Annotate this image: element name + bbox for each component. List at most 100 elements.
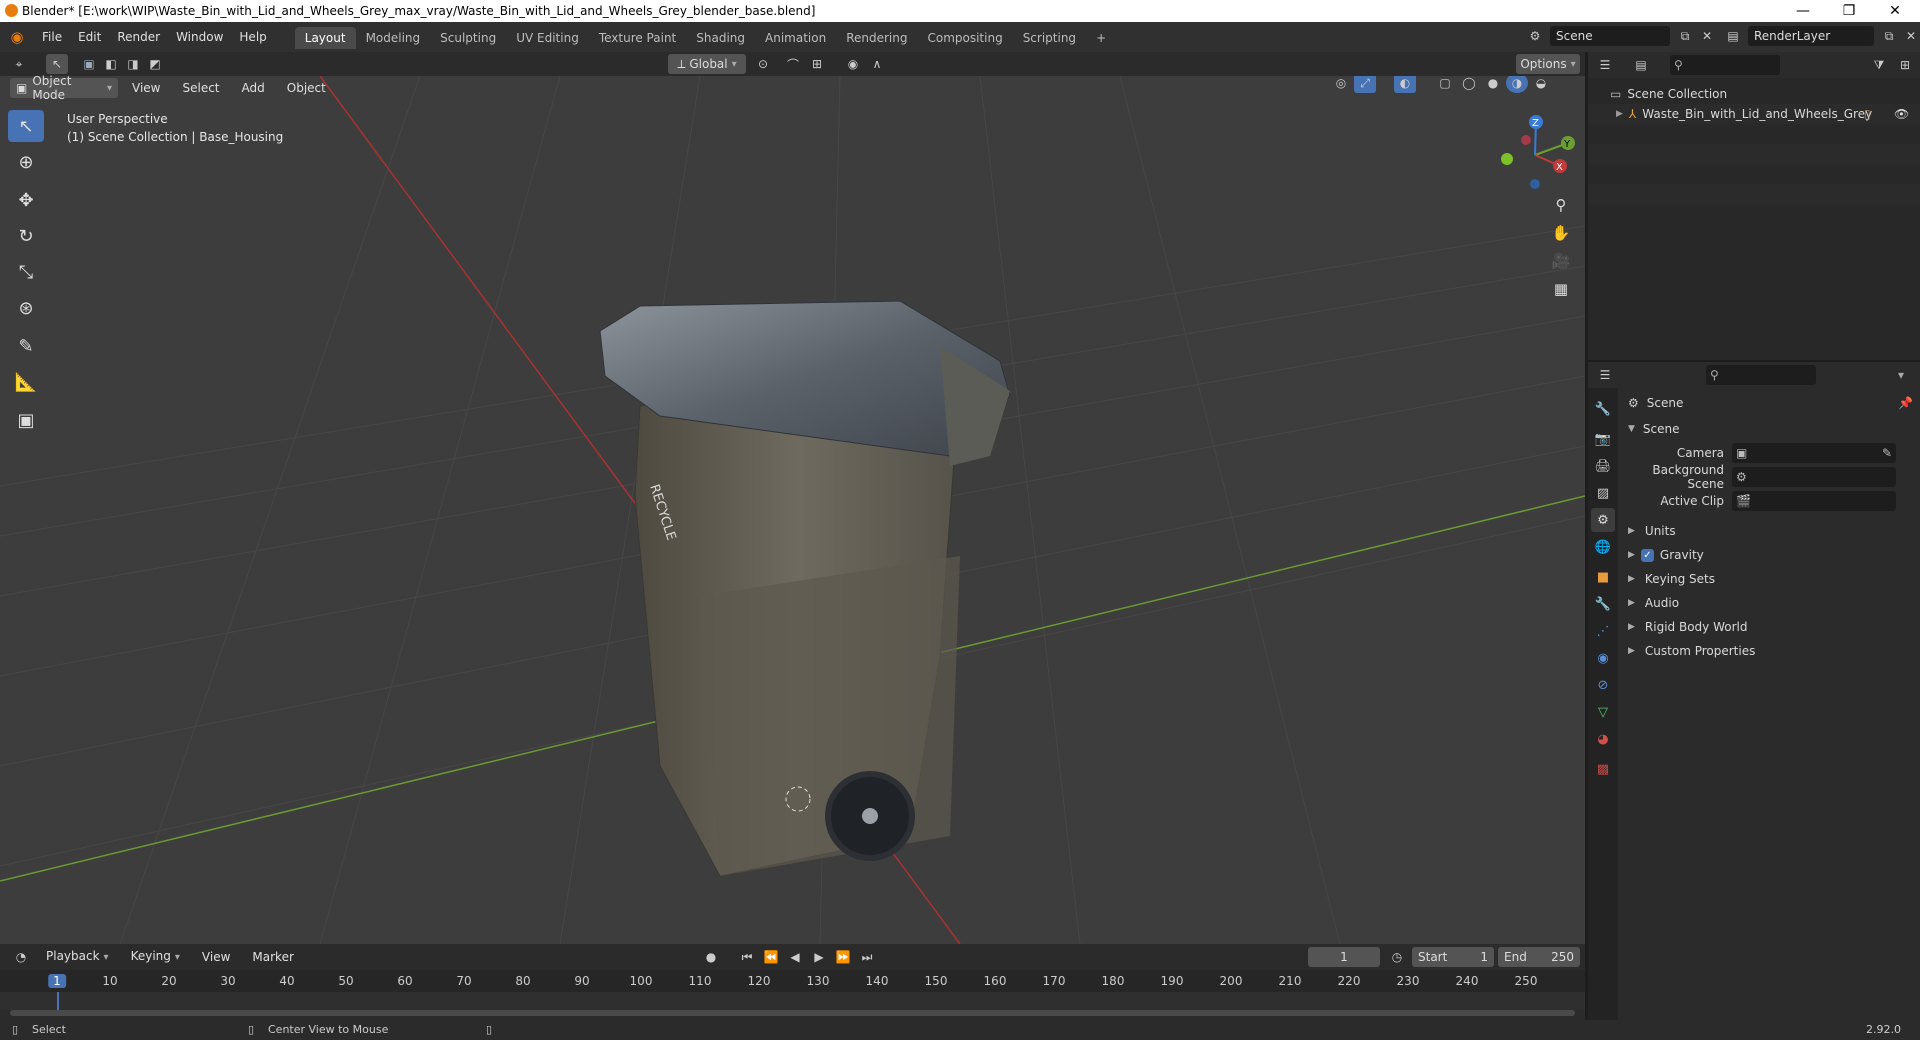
viewport-menu-object[interactable]: Object	[279, 78, 334, 98]
add-workspace-button[interactable]: +	[1086, 27, 1116, 49]
rigid-body-world-panel-header[interactable]: ▶ Rigid Body World	[1618, 616, 1920, 638]
current-frame-field[interactable]: 1	[1308, 947, 1380, 967]
gravity-panel-header[interactable]: ▶ ✓ Gravity	[1618, 544, 1920, 566]
minimize-button[interactable]: —	[1780, 0, 1826, 22]
scene-icon[interactable]: ⚙	[1524, 26, 1546, 46]
transform-tool-icon[interactable]: ⊛	[8, 292, 44, 324]
snap-target-icon[interactable]: ⊞	[806, 54, 828, 74]
gravity-checkbox[interactable]: ✓	[1640, 548, 1654, 562]
scene-panel-header[interactable]: ▼ Scene	[1618, 418, 1920, 440]
playback-menu[interactable]: Playback	[38, 946, 117, 968]
tab-texture-paint[interactable]: Texture Paint	[589, 27, 686, 49]
timeline-view-menu[interactable]: View	[194, 947, 238, 967]
keying-menu[interactable]: Keying	[123, 946, 188, 968]
tool-tab-icon[interactable]: 🔧	[1591, 397, 1615, 421]
preview-range-clock-icon[interactable]: ◷	[1386, 947, 1408, 967]
physics-tab-icon[interactable]: ◉	[1591, 646, 1615, 670]
renderlayer-icon[interactable]: ▤	[1722, 26, 1744, 46]
outliner-search-input[interactable]: ⚲	[1670, 55, 1780, 75]
cursor-tool-icon[interactable]: ⊕	[8, 146, 44, 178]
tab-modeling[interactable]: Modeling	[356, 27, 431, 49]
visibility-eye-icon[interactable]: 👁	[1894, 107, 1909, 121]
camera-field[interactable]: ▣ ✎	[1732, 443, 1896, 463]
object-mode-dropdown[interactable]: ▣ Object Mode	[10, 74, 118, 102]
jump-start-icon[interactable]: ⏮	[736, 947, 758, 967]
renderlayer-name-field[interactable]: RenderLayer	[1748, 26, 1874, 46]
new-collection-icon[interactable]: ⊞	[1894, 55, 1916, 75]
menu-edit[interactable]: Edit	[70, 22, 109, 52]
playhead-frame-label[interactable]: 1	[48, 974, 66, 988]
3d-viewport[interactable]: RECYCLE User Perspective (1) Scene Colle…	[0, 76, 1585, 944]
viewport-menu-view[interactable]: View	[124, 78, 168, 98]
timeline-editor-type-icon[interactable]: ◔	[10, 947, 32, 967]
select-box-tool-icon[interactable]: ↖	[8, 110, 44, 142]
blender-menu-icon[interactable]: ◉	[0, 28, 34, 46]
next-keyframe-icon[interactable]: ⏩	[832, 947, 854, 967]
properties-search-input[interactable]: ⚲	[1706, 365, 1816, 385]
transform-orientation-dropdown[interactable]: ⟂ Global	[668, 54, 746, 74]
measure-tool-icon[interactable]: 📐	[8, 366, 44, 398]
viewport-menu-add[interactable]: Add	[234, 78, 273, 98]
object-tab-icon[interactable]: ■	[1591, 565, 1615, 589]
tab-compositing[interactable]: Compositing	[917, 27, 1012, 49]
menu-file[interactable]: File	[34, 22, 70, 52]
scene-tab-icon[interactable]: ⚙	[1591, 508, 1615, 532]
properties-editor-type-icon[interactable]: ☰	[1594, 365, 1616, 385]
play-reverse-icon[interactable]: ◀	[784, 947, 806, 967]
start-frame-field[interactable]: Start 1	[1412, 947, 1494, 967]
props-options-chevron-icon[interactable]: ▾	[1898, 368, 1904, 382]
new-scene-icon[interactable]: ⧉	[1674, 26, 1696, 46]
view-layer-tab-icon[interactable]: ▨	[1591, 481, 1615, 505]
tab-layout[interactable]: Layout	[294, 27, 356, 49]
material-shading-icon[interactable]: ◑	[1506, 76, 1528, 93]
zoom-icon[interactable]: ⚲	[1547, 191, 1575, 219]
select-extend-mode-icon[interactable]: ◧	[100, 54, 122, 74]
gizmo-toggle-icon[interactable]: ⤢	[1354, 76, 1376, 93]
tab-animation[interactable]: Animation	[755, 27, 836, 49]
filter-icon[interactable]: ⧩	[1868, 55, 1890, 75]
menu-help[interactable]: Help	[231, 22, 274, 52]
particles-tab-icon[interactable]: ⋰	[1591, 619, 1615, 643]
select-intersect-mode-icon[interactable]: ◩	[144, 54, 166, 74]
close-button[interactable]: ✕	[1872, 0, 1918, 22]
custom-properties-panel-header[interactable]: ▶ Custom Properties	[1618, 640, 1920, 662]
eyedropper-icon[interactable]: ✎	[1882, 446, 1892, 460]
keying-sets-panel-header[interactable]: ▶ Keying Sets	[1618, 568, 1920, 590]
wireframe-shading-icon[interactable]: ◯	[1458, 76, 1480, 93]
delete-renderlayer-icon[interactable]: ✕	[1904, 26, 1918, 46]
proportional-edit-icon[interactable]: ◉	[842, 54, 864, 74]
ortho-grid-icon[interactable]: ▦	[1547, 275, 1575, 303]
world-tab-icon[interactable]: 🌐	[1591, 535, 1615, 559]
keyframe-area[interactable]	[0, 992, 1585, 1010]
outliner-row-object[interactable]: ▶ ⅄ Waste_Bin_with_Lid_and_Wheels_Grey ▯…	[1588, 104, 1920, 124]
prev-keyframe-icon[interactable]: ⏪	[760, 947, 782, 967]
snap-icon[interactable]: ⌒	[782, 54, 804, 74]
viewport-menu-select[interactable]: Select	[174, 78, 227, 98]
timeline-scrollbar[interactable]	[10, 1010, 1575, 1016]
background-scene-field[interactable]: ⚙	[1732, 467, 1896, 487]
outliner-display-mode-icon[interactable]: ▤	[1630, 55, 1652, 75]
delete-scene-icon[interactable]: ✕	[1700, 26, 1714, 46]
render-tab-icon[interactable]: 📷	[1591, 427, 1615, 451]
marker-menu[interactable]: Marker	[244, 947, 301, 967]
texture-tab-icon[interactable]: ▩	[1591, 757, 1615, 781]
navigation-gizmo[interactable]: Z Y X	[1490, 110, 1580, 200]
end-frame-field[interactable]: End 250	[1498, 947, 1580, 967]
scale-tool-icon[interactable]: ⤡	[8, 256, 44, 288]
menu-window[interactable]: Window	[168, 22, 231, 52]
outliner-row-root[interactable]: ▭ Scene Collection	[1588, 84, 1920, 104]
play-icon[interactable]: ▶	[808, 947, 830, 967]
visibility-icon[interactable]: ◎	[1330, 76, 1352, 93]
solid-shading-icon[interactable]: ●	[1482, 76, 1504, 93]
expand-arrow-icon[interactable]: ▶	[1616, 109, 1623, 119]
overlays-toggle-icon[interactable]: ◐	[1394, 76, 1416, 93]
menu-render[interactable]: Render	[109, 22, 168, 52]
units-panel-header[interactable]: ▶ Units	[1618, 520, 1920, 542]
output-tab-icon[interactable]: 🖨	[1591, 454, 1615, 478]
tab-scripting[interactable]: Scripting	[1013, 27, 1086, 49]
tab-sculpting[interactable]: Sculpting	[430, 27, 506, 49]
jump-end-icon[interactable]: ⏭	[856, 947, 878, 967]
tab-rendering[interactable]: Rendering	[836, 27, 917, 49]
material-tab-icon[interactable]: ◕	[1591, 727, 1615, 751]
audio-panel-header[interactable]: ▶ Audio	[1618, 592, 1920, 614]
